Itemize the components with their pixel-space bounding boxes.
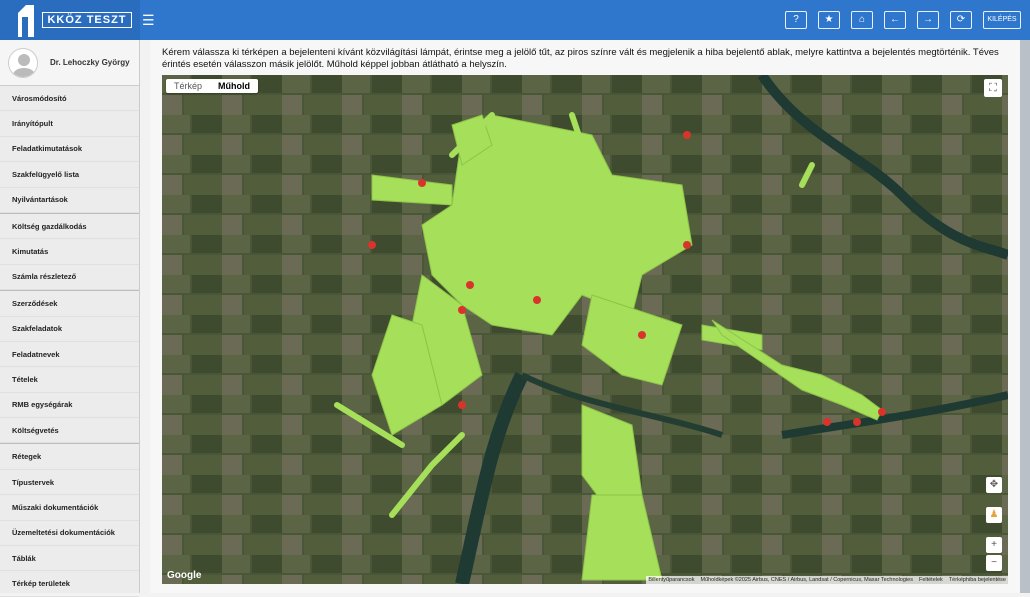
map-imagery[interactable] <box>162 75 1008 584</box>
sidebar-item-kimutatás[interactable]: Kimutatás <box>0 239 139 265</box>
satellite-map[interactable]: Térkép Műhold ⛶ ✥ ♟ + − Google Billentyű… <box>162 75 1008 584</box>
sidebar-item-szerződések[interactable]: Szerződések <box>0 291 139 317</box>
pegman-icon[interactable]: ♟ <box>986 507 1002 523</box>
sidebar-item-nyilvántartások[interactable]: Nyilvántartások <box>0 188 139 213</box>
sidebar-item-városmódosító[interactable]: Városmódosító <box>0 86 139 112</box>
top-bar: KKÖZ TESZT ☰ ? ★ ⌂ ← → ⟳ KILÉPÉS <box>0 0 1030 40</box>
fullscreen-icon[interactable]: ⛶ <box>984 79 1002 97</box>
avatar <box>8 47 38 78</box>
sidebar-item-üzemeltetési-dokumentációk[interactable]: Üzemeltetési dokumentációk <box>0 521 139 547</box>
instruction-text: Kérem válassza ki térképen a bejelenteni… <box>162 47 999 70</box>
map-type-tabs: Térkép Műhold <box>166 79 259 93</box>
sidebar-item-térkép-területek[interactable]: Térkép területek <box>0 571 139 597</box>
sidebar-item-tételek[interactable]: Tételek <box>0 367 139 393</box>
logo-text: KKÖZ TESZT <box>42 12 132 28</box>
sidebar-item-műszaki-dokumentációk[interactable]: Műszaki dokumentációk <box>0 495 139 521</box>
logout-button[interactable]: KILÉPÉS <box>983 11 1021 29</box>
camera-control-icon[interactable]: ✥ <box>986 477 1002 493</box>
logo-icon <box>18 5 34 37</box>
sidebar-item-típustervek[interactable]: Típustervek <box>0 470 139 496</box>
back-button[interactable]: ← <box>884 11 906 29</box>
google-logo: Google <box>167 570 202 581</box>
sidebar-item-számla-részletező[interactable]: Számla részletező <box>0 265 139 291</box>
sidebar-nav: Városmódosító Irányítópult Feladatkimutatá… <box>0 86 139 597</box>
tab-map[interactable]: Térkép <box>166 79 210 93</box>
keyboard-shortcuts-link[interactable]: Billentyűparancsok <box>648 577 694 583</box>
user-panel: Dr. Lehoczky György <box>0 40 139 86</box>
sidebar-item-rmb-egységárak[interactable]: RMB egységárak <box>0 393 139 419</box>
sidebar: Dr. Lehoczky György Városmódosító Irányít… <box>0 40 140 597</box>
imagery-credit: Műholdképek ©2025 Airbus, CNES / Airbus,… <box>700 577 913 583</box>
menu-toggle-icon[interactable]: ☰ <box>142 12 155 29</box>
terms-link[interactable]: Feltételek <box>919 577 943 583</box>
sidebar-item-szakfelügyelő-lista[interactable]: Szakfelügyelő lista <box>0 162 139 188</box>
forward-button[interactable]: → <box>917 11 939 29</box>
sidebar-item-szakfeladatok[interactable]: Szakfeladatok <box>0 317 139 342</box>
sidebar-item-költségvetés[interactable]: Költségvetés <box>0 418 139 444</box>
favorites-button[interactable]: ★ <box>818 11 840 29</box>
logo[interactable]: KKÖZ TESZT <box>0 0 140 40</box>
sidebar-item-irányítópult[interactable]: Irányítópult <box>0 111 139 137</box>
refresh-button[interactable]: ⟳ <box>950 11 972 29</box>
tab-satellite[interactable]: Műhold <box>210 79 258 93</box>
sidebar-item-táblák[interactable]: Táblák <box>0 546 139 572</box>
help-button[interactable]: ? <box>785 11 807 29</box>
home-button[interactable]: ⌂ <box>851 11 873 29</box>
right-edge <box>1020 40 1030 593</box>
zoom-out-button[interactable]: − <box>986 555 1002 571</box>
sidebar-item-feladatnevek[interactable]: Feladatnevek <box>0 342 139 368</box>
user-name: Dr. Lehoczky György <box>50 58 130 67</box>
sidebar-item-költség-gazdálkodás[interactable]: Költség gazdálkodás <box>0 214 139 240</box>
zoom-in-button[interactable]: + <box>986 537 1002 553</box>
main-content: Kérem válassza ki térképen a bejelenteni… <box>150 40 1020 593</box>
map-attribution: Billentyűparancsok Műholdképek ©2025 Air… <box>646 576 1008 584</box>
sidebar-item-rétegek[interactable]: Rétegek <box>0 444 139 470</box>
sidebar-item-feladatkimutatások[interactable]: Feladatkimutatások <box>0 137 139 163</box>
report-error-link[interactable]: Térképhiba bejelentése <box>949 577 1006 583</box>
